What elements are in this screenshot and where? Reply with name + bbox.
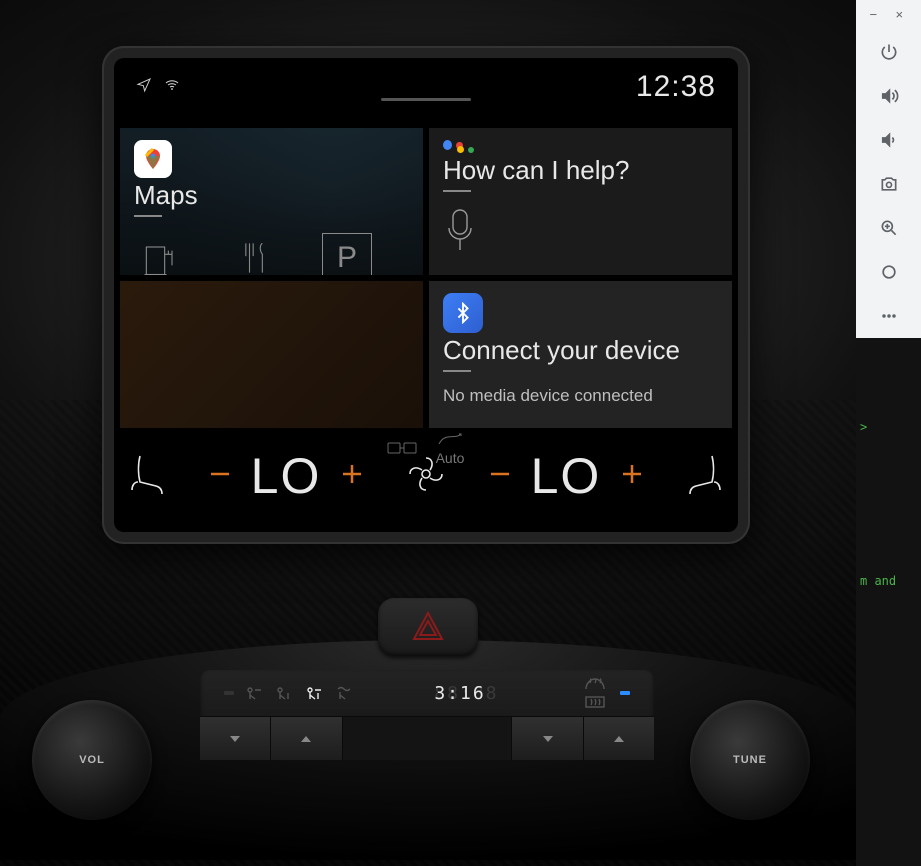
wifi-icon <box>164 77 180 98</box>
volume-up-button[interactable] <box>856 74 921 118</box>
volume-down-button[interactable] <box>856 118 921 162</box>
rear-defrost-icon <box>584 695 606 709</box>
assistant-card[interactable]: How can I help? <box>429 128 732 275</box>
ac-left-down-button[interactable] <box>200 717 271 760</box>
power-button[interactable] <box>856 30 921 74</box>
emulator-minimize-button[interactable]: − <box>870 10 882 22</box>
ac-display: 3:16 <box>434 683 485 704</box>
tune-dial[interactable]: TUNE <box>690 700 810 820</box>
google-maps-icon <box>134 140 172 178</box>
ac-indicator-off <box>224 691 234 695</box>
bluetooth-icon <box>443 293 483 333</box>
sync-icon[interactable] <box>387 440 417 459</box>
sync-mode-label: Auto <box>436 450 465 466</box>
clock: 12:38 <box>636 70 716 104</box>
emulator-toolbar: − × <box>856 0 921 338</box>
right-seat-button[interactable] <box>684 450 724 503</box>
ac-right-down-button[interactable] <box>512 717 583 760</box>
car-dashboard: 12:38 Maps P <box>0 0 856 866</box>
zoom-button[interactable] <box>856 206 921 250</box>
microphone-icon[interactable] <box>443 206 477 254</box>
more-button[interactable] <box>856 294 921 338</box>
media-subtitle: No media device connected <box>443 386 718 406</box>
empty-card[interactable] <box>120 281 423 428</box>
drag-handle[interactable] <box>381 98 471 101</box>
volume-dial[interactable]: VOL <box>32 700 152 820</box>
restaurant-icon[interactable] <box>228 231 282 275</box>
emulator-close-button[interactable]: × <box>896 10 908 22</box>
status-bar: 12:38 <box>114 58 738 116</box>
recirculate-icon[interactable]: Auto <box>435 432 465 466</box>
parking-icon[interactable]: P <box>322 233 372 275</box>
airflow-feet-icon <box>274 685 294 701</box>
climate-sync-row: Auto <box>120 432 732 466</box>
lower-dashboard: 88:88 3:16 VOL TUNE <box>0 560 856 820</box>
media-title: Connect your device <box>443 335 718 366</box>
ac-panel-gap <box>343 717 513 760</box>
ac-control-panel: 88:88 3:16 <box>200 670 654 760</box>
airflow-mode-icons <box>224 685 354 701</box>
defrost-icons <box>584 677 606 709</box>
back-button[interactable] <box>856 250 921 294</box>
ac-indicator-on <box>620 691 630 695</box>
screenshot-button[interactable] <box>856 162 921 206</box>
climate-bar: Auto LO LO <box>120 428 732 524</box>
airflow-defrost-feet-icon <box>334 685 354 701</box>
front-defrost-icon <box>584 677 606 691</box>
ac-right-up-button[interactable] <box>584 717 654 760</box>
airflow-mix-icon <box>304 685 324 701</box>
ev-charging-icon[interactable] <box>134 231 188 275</box>
hazard-button[interactable] <box>378 598 478 656</box>
airflow-face-icon <box>244 685 264 701</box>
infotainment-screen: 12:38 Maps P <box>114 58 738 532</box>
maps-card[interactable]: Maps P <box>120 128 423 275</box>
maps-title: Maps <box>134 180 409 211</box>
ac-left-up-button[interactable] <box>271 717 342 760</box>
assistant-title: How can I help? <box>443 155 718 186</box>
location-icon <box>136 77 152 98</box>
head-unit-bezel: 12:38 Maps P <box>102 46 750 544</box>
media-card[interactable]: Connect your device No media device conn… <box>429 281 732 428</box>
home-grid: Maps P <box>120 128 732 428</box>
